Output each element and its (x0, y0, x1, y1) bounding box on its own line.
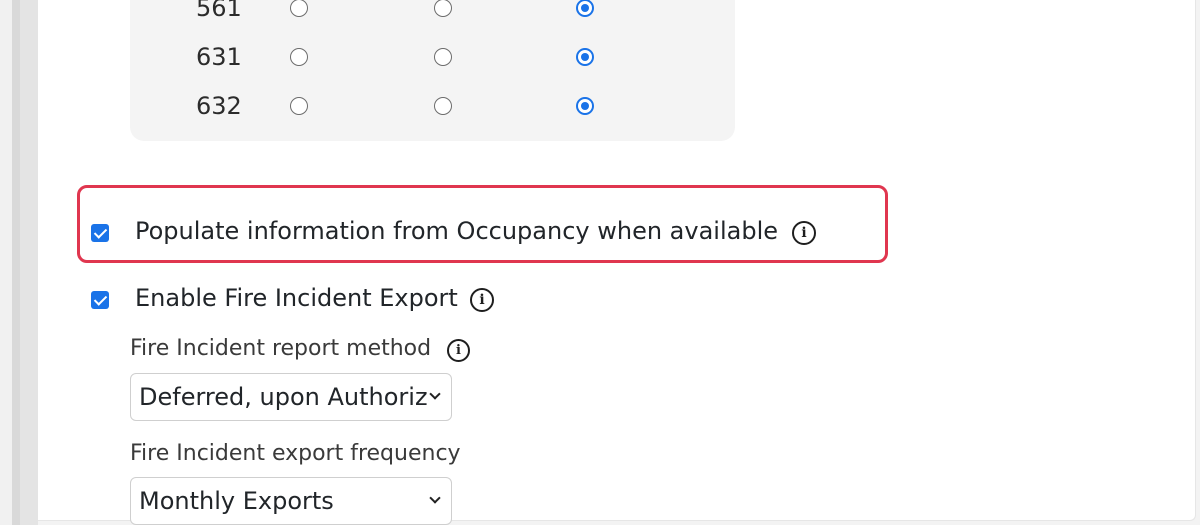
chevron-down-icon (429, 388, 441, 400)
radio-option-1[interactable] (290, 48, 308, 66)
radio-option-2[interactable] (434, 97, 452, 115)
radio-option-2[interactable] (434, 48, 452, 66)
left-gutter (0, 0, 38, 525)
radio-option-3[interactable] (576, 48, 594, 66)
table-row: 561 (130, 0, 735, 28)
radio-option-1[interactable] (290, 0, 308, 17)
radio-option-3[interactable] (576, 97, 594, 115)
enable-fire-export-label: Enable Fire Incident Export (135, 284, 458, 312)
select-value: Monthly Exports (139, 487, 334, 515)
radio-option-1[interactable] (290, 97, 308, 115)
radio-option-2[interactable] (434, 0, 452, 17)
populate-occupancy-checkbox[interactable] (91, 224, 109, 242)
table-row: 632 (130, 86, 735, 126)
gutter-panel (20, 0, 38, 525)
info-icon[interactable]: i (447, 339, 470, 362)
chevron-down-icon (429, 492, 441, 504)
row-label: 561 (196, 0, 242, 22)
enable-fire-export-checkbox[interactable] (91, 291, 109, 309)
populate-occupancy-label: Populate information from Occupancy when… (135, 217, 778, 245)
fire-report-method-select[interactable]: Deferred, upon Authorization (130, 373, 452, 421)
table-row: 631 (130, 37, 735, 77)
select-value: Deferred, upon Authorization (139, 383, 429, 411)
info-icon[interactable]: i (792, 221, 816, 245)
row-label: 631 (196, 43, 242, 71)
row-label: 632 (196, 92, 242, 120)
fire-export-frequency-label: Fire Incident export frequency (130, 441, 461, 466)
fire-report-method-label: Fire Incident report method (130, 336, 432, 361)
fire-export-frequency-select[interactable]: Monthly Exports (130, 477, 452, 525)
scroll-track (12, 0, 20, 525)
info-icon[interactable]: i (470, 288, 494, 312)
radio-table: 561 631 632 (130, 0, 735, 141)
radio-option-3[interactable] (576, 0, 594, 17)
